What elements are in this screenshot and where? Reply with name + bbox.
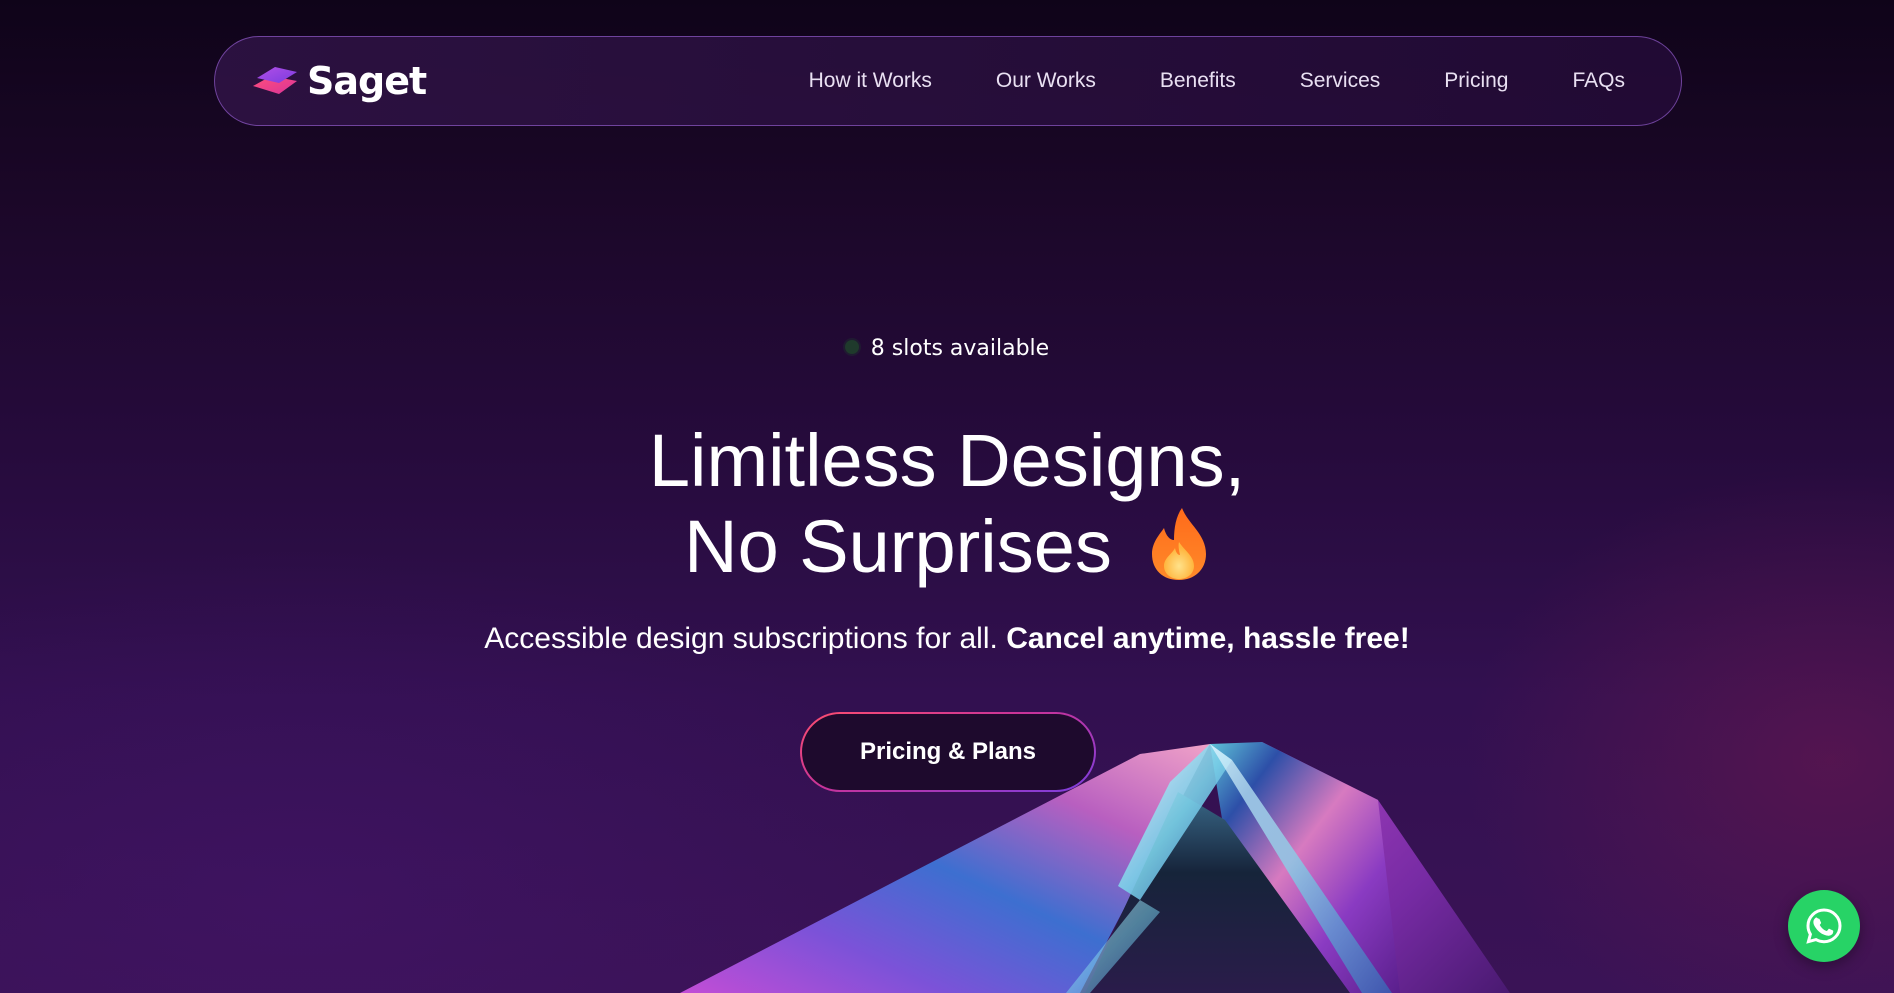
hero-title-line-2-wrap: No Surprises	[0, 504, 1894, 590]
status-dot-icon	[844, 339, 859, 354]
hero-subtitle-bold: Cancel anytime, hassle free!	[1006, 622, 1410, 655]
nav-link-benefits[interactable]: Benefits	[1160, 69, 1236, 93]
brand-home-link[interactable]: Saget	[251, 59, 427, 103]
slots-available-text: 8 slots available	[870, 336, 1050, 361]
hero-subtitle: Accessible design subscriptions for all.…	[0, 622, 1894, 656]
hero-title: Limitless Designs, No Surprises	[0, 418, 1894, 590]
whatsapp-chat-button[interactable]	[1788, 890, 1860, 962]
brand-name: Saget	[307, 59, 427, 103]
flame-icon	[1151, 508, 1206, 580]
whatsapp-icon	[1806, 908, 1842, 944]
nav-link-pricing[interactable]: Pricing	[1444, 69, 1508, 93]
top-navbar: Saget How it Works Our Works Benefits Se…	[214, 36, 1682, 126]
stacked-diamond-logo-icon	[253, 67, 297, 94]
nav-links: How it Works Our Works Benefits Services…	[809, 69, 1625, 93]
nav-link-faqs[interactable]: FAQs	[1572, 69, 1625, 93]
hero-title-line-1: Limitless Designs,	[648, 419, 1246, 502]
slots-availability: 8 slots available	[0, 336, 1894, 361]
hero-subtitle-regular: Accessible design subscriptions for all.	[484, 622, 998, 655]
nav-link-how-it-works[interactable]: How it Works	[809, 69, 932, 93]
pricing-plans-button[interactable]: Pricing & Plans	[800, 712, 1096, 792]
nav-link-our-works[interactable]: Our Works	[996, 69, 1096, 93]
hero-title-line-2: No Surprises	[684, 505, 1112, 588]
nav-link-services[interactable]: Services	[1300, 69, 1381, 93]
